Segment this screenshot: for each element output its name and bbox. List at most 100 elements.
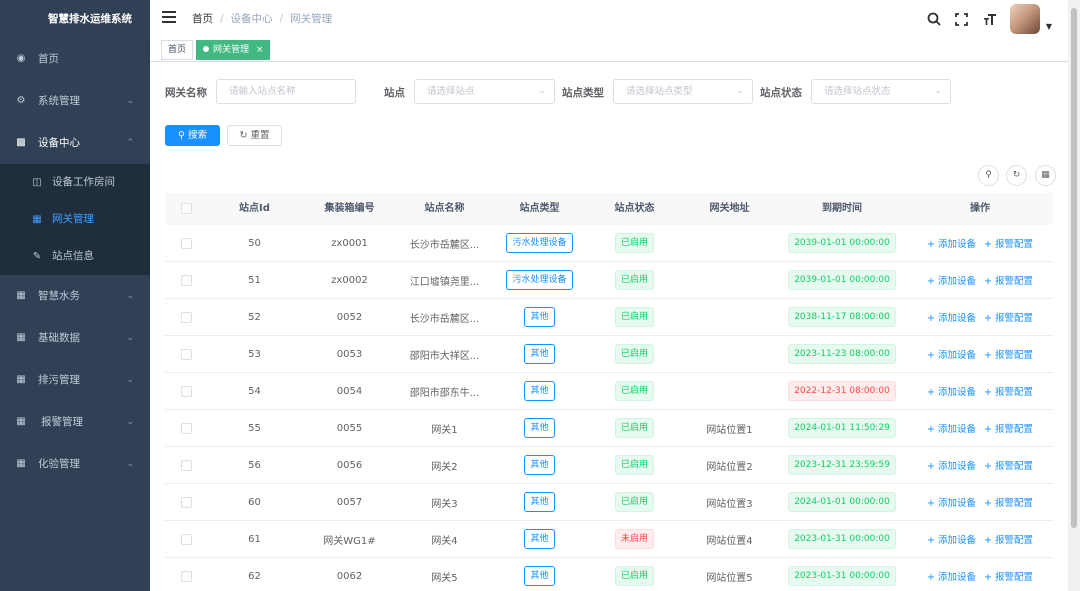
hamburger-icon[interactable] [162, 11, 176, 25]
table-row: 52 0052 长沙市岳麓区... 其他 已启用 2038-11-17 08:00:00 +… [165, 299, 1053, 336]
add-device-link[interactable]: + 添加设备 [927, 347, 976, 361]
close-icon[interactable]: × [256, 45, 264, 55]
expire-time-cell: 2023-01-31 00:00:00 [777, 558, 907, 591]
site-id-cell: 60 [248, 496, 261, 508]
select-all-checkbox[interactable] [180, 203, 192, 214]
refresh-button[interactable]: ↻ [1006, 165, 1027, 186]
sidebar-item-alarm[interactable]: ▦ 报警管理 ⌄ [0, 401, 150, 443]
breadcrumb-separator: / [220, 13, 224, 25]
alarm-config-link[interactable]: + 报警配置 [984, 532, 1033, 546]
sidebar-item-sewage[interactable]: ▦ 排污管理 ⌄ [0, 359, 150, 401]
chevron-down-icon: ⌄ [126, 96, 134, 106]
search-icon[interactable] [926, 11, 942, 27]
reset-button[interactable]: ↻ 重置 [227, 125, 282, 146]
sidebar-item-site-info[interactable]: ✎ 站点信息 [0, 238, 150, 275]
gateway-name-input[interactable]: 请输入站点名称 [216, 79, 356, 104]
sidebar-item-lab[interactable]: ▦ 化验管理 ⌄ [0, 443, 150, 485]
row-checkbox[interactable] [180, 533, 192, 545]
row-checkbox[interactable] [180, 311, 192, 323]
navbar-right: ▼ [914, 0, 1052, 38]
site-type-tag: 其他 [524, 529, 555, 549]
add-device-link[interactable]: + 添加设备 [927, 458, 976, 472]
search-icon: ⚲ [985, 170, 992, 180]
alarm-config-link[interactable]: + 报警配置 [984, 421, 1033, 435]
alarm-config-link[interactable]: + 报警配置 [984, 347, 1033, 361]
page-scrollbar[interactable] [1068, 0, 1080, 591]
table-row: 50 zx0001 长沙市岳麓区... 污水处理设备 已启用 2039-01-01 00:… [165, 225, 1053, 262]
row-checkbox[interactable] [180, 237, 192, 249]
site-name-cell: 长沙市岳麓区... [409, 313, 480, 325]
site-status-select[interactable]: 请选择站点状态 ⌄ [811, 79, 951, 104]
toggle-search-button[interactable]: ⚲ [978, 165, 999, 186]
sidebar-item-system[interactable]: ⚙ 系统管理 ⌄ [0, 80, 150, 122]
site-name-cell: 邵阳市大祥区... [409, 350, 480, 362]
site-type-select[interactable]: 请选择站点类型 ⌄ [613, 79, 753, 104]
add-device-link[interactable]: + 添加设备 [927, 273, 976, 287]
add-device-link[interactable]: + 添加设备 [927, 421, 976, 435]
container-no-cell: zx0001 [331, 237, 368, 249]
add-device-link[interactable]: + 添加设备 [927, 384, 976, 398]
sidebar-item-device-room[interactable]: ◫ 设备工作房间 [0, 164, 150, 201]
font-size-icon[interactable] [982, 11, 998, 27]
row-checkbox[interactable] [180, 274, 192, 286]
sidebar-item-home[interactable]: ◉ 首页 [0, 38, 150, 80]
alarm-config-link[interactable]: + 报警配置 [984, 310, 1033, 324]
site-type-cell: 污水处理设备 [492, 262, 587, 298]
site-select[interactable]: 请选择站点 ⌄ [414, 79, 555, 104]
sidebar-item-device-center[interactable]: ▩ 设备中心 ⌃ [0, 122, 150, 164]
sidebar-item-label: 设备工作房间 [52, 176, 115, 188]
expire-time-cell: 2023-12-31 23:59:59 [777, 447, 907, 483]
operations-cell: + 添加设备 + 报警配置 [907, 299, 1053, 335]
site-type-cell: 其他 [492, 410, 587, 446]
gateway-address-cell [682, 373, 777, 409]
book-icon: ◫ [32, 177, 42, 188]
alarm-config-link[interactable]: + 报警配置 [984, 273, 1033, 287]
row-checkbox[interactable] [180, 459, 192, 471]
alarm-config-link[interactable]: + 报警配置 [984, 495, 1033, 509]
alarm-config-link[interactable]: + 报警配置 [984, 384, 1033, 398]
site-id-cell: 54 [248, 385, 261, 397]
avatar[interactable] [1009, 4, 1040, 34]
sidebar: 智慧排水运维系统 ◉ 首页 ⚙ 系统管理 ⌄ ▩ 设备中心 ⌃ ◫ 设备工作房间… [0, 0, 150, 591]
gateway-table: 站点Id 集装箱编号 站点名称 站点类型 站点状态 网关地址 到期时间 操作 5… [165, 193, 1053, 591]
columns-button[interactable]: ▦ [1035, 165, 1056, 186]
gateway-address-cell [682, 225, 777, 261]
edit-icon: ✎ [32, 251, 42, 262]
alarm-config-link[interactable]: + 报警配置 [984, 569, 1033, 583]
gateway-address-cell: 网站位置5 [706, 572, 753, 584]
sidebar-item-smart-water[interactable]: ▦ 智慧水务 ⌄ [0, 275, 150, 317]
fullscreen-icon[interactable] [954, 11, 970, 27]
site-type-cell: 其他 [492, 558, 587, 591]
tag-gateway[interactable]: 网关管理 × [196, 40, 271, 60]
row-select-cell [165, 299, 207, 335]
site-status-cell: 已启用 [587, 262, 682, 298]
row-checkbox[interactable] [180, 348, 192, 360]
caret-down-icon[interactable]: ▼ [1046, 22, 1052, 31]
add-device-link[interactable]: + 添加设备 [927, 495, 976, 509]
breadcrumb-home[interactable]: 首页 [192, 13, 213, 25]
container-no-cell: 0062 [336, 570, 363, 582]
alarm-config-link[interactable]: + 报警配置 [984, 236, 1033, 250]
site-id-cell: 51 [248, 274, 261, 286]
add-device-link[interactable]: + 添加设备 [927, 532, 976, 546]
add-device-link[interactable]: + 添加设备 [927, 236, 976, 250]
add-device-link[interactable]: + 添加设备 [927, 569, 976, 583]
scrollbar-thumb[interactable] [1071, 8, 1077, 528]
tag-home[interactable]: 首页 [161, 40, 194, 60]
row-checkbox[interactable] [180, 422, 192, 434]
chevron-down-icon: ⌄ [126, 375, 134, 385]
add-device-link[interactable]: + 添加设备 [927, 310, 976, 324]
site-status-cell: 已启用 [587, 336, 682, 372]
alarm-config-link[interactable]: + 报警配置 [984, 458, 1033, 472]
row-checkbox[interactable] [180, 496, 192, 508]
site-type-cell: 其他 [492, 521, 587, 557]
site-status-cell: 已启用 [587, 410, 682, 446]
row-checkbox[interactable] [180, 570, 192, 582]
search-button[interactable]: ⚲ 搜索 [165, 125, 220, 146]
sidebar-item-base-data[interactable]: ▦ 基础数据 ⌄ [0, 317, 150, 359]
row-checkbox[interactable] [180, 385, 192, 397]
table-body: 50 zx0001 长沙市岳麓区... 污水处理设备 已启用 2039-01-01 00:… [165, 225, 1053, 591]
sidebar-item-gateway[interactable]: ▦ 网关管理 [0, 201, 150, 238]
site-type-tag: 其他 [524, 381, 555, 401]
search-button-label: 搜索 [187, 130, 207, 141]
